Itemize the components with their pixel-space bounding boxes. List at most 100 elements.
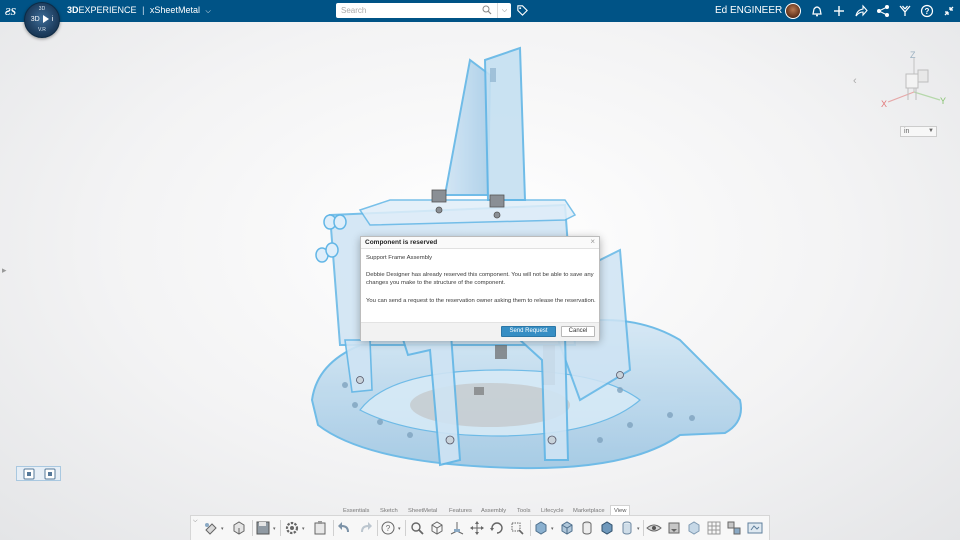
zoom-icon[interactable] — [409, 520, 425, 536]
axis-icon[interactable] — [449, 520, 465, 536]
view-mode-2-icon[interactable] — [40, 468, 60, 480]
chevron-down-icon: ▼ — [928, 128, 934, 134]
chevron-down-icon[interactable]: ▾ — [273, 526, 276, 532]
compass-bottom-label: V.R — [38, 27, 46, 33]
help-icon[interactable]: ? — [920, 4, 934, 18]
tab-view[interactable]: View — [610, 505, 631, 515]
separator — [643, 520, 644, 536]
svg-text:?: ? — [386, 524, 391, 533]
ds-logo-icon[interactable]: ƧS — [4, 3, 20, 19]
shaded-edges-icon[interactable] — [599, 520, 615, 536]
transparent-icon[interactable] — [619, 520, 635, 536]
cube-view-icon[interactable] — [231, 520, 247, 536]
brand-rest: EXPERIENCE — [78, 5, 137, 15]
separator — [377, 520, 378, 536]
visibility-icon[interactable] — [666, 520, 682, 536]
tab-sheetmetal[interactable]: SheetMetal — [404, 505, 441, 515]
chevron-down-icon[interactable]: ⌵ — [205, 8, 210, 16]
search-input[interactable] — [336, 3, 476, 18]
view-toggle-group — [16, 466, 61, 481]
tab-assembly[interactable]: Assembly — [477, 505, 510, 515]
box-icon[interactable] — [559, 520, 575, 536]
chevron-left-icon[interactable]: ‹ — [853, 75, 857, 87]
separator — [333, 520, 334, 536]
share-icon[interactable] — [854, 4, 868, 18]
dialog-title: Component is reserved — [365, 239, 438, 246]
view-mode-1-icon[interactable] — [19, 468, 39, 480]
settings-icon[interactable] — [284, 520, 300, 536]
pan-icon[interactable] — [469, 520, 485, 536]
dialog-message: Debbie Designer has already reserved thi… — [366, 272, 594, 286]
box-light-icon[interactable] — [686, 520, 702, 536]
brand-separator: | — [142, 5, 145, 15]
tag-icon[interactable] — [516, 4, 529, 17]
send-request-button[interactable]: Send Request — [501, 326, 556, 337]
redo-icon[interactable] — [357, 520, 373, 536]
tab-features[interactable]: Features — [445, 505, 476, 515]
triad-z-label: Z — [910, 50, 916, 60]
avatar[interactable] — [785, 3, 801, 19]
svg-text:ƧS: ƧS — [5, 7, 17, 18]
unit-value: in — [904, 128, 910, 135]
rotate-icon[interactable] — [489, 520, 505, 536]
layout-icon[interactable] — [726, 520, 742, 536]
unit-select[interactable]: in ▼ — [900, 126, 937, 137]
shaded-icon[interactable] — [533, 520, 549, 536]
dialog-header: Component is reserved × — [361, 237, 599, 249]
wireframe-icon[interactable] — [429, 520, 445, 536]
brand[interactable]: 3DEXPERIENCE | xSheetMetal ⌵ — [67, 5, 211, 16]
add-icon[interactable] — [832, 4, 846, 18]
chevron-down-icon[interactable]: ▾ — [637, 526, 640, 532]
chevron-down-icon[interactable]: ▾ — [398, 526, 401, 532]
top-bar: ƧS 3DEXPERIENCE | xSheetMetal ⌵ ⌵ Ed ENG… — [0, 0, 960, 22]
reservation-dialog: Component is reserved × Support Frame As… — [360, 236, 600, 341]
chevron-down-icon[interactable]: ⌵ — [193, 518, 198, 525]
close-icon[interactable]: × — [590, 237, 595, 246]
chevron-down-icon[interactable]: ▾ — [302, 526, 305, 532]
svg-text:?: ? — [925, 7, 930, 16]
save-icon[interactable] — [255, 520, 271, 536]
separator — [252, 520, 253, 536]
compass-top-label: 3D — [38, 6, 46, 12]
app-name: xSheetMetal — [149, 5, 200, 15]
side-panel-arrow[interactable]: ▸ — [2, 265, 7, 276]
grid-icon[interactable] — [706, 520, 722, 536]
clipboard-icon[interactable] — [312, 520, 328, 536]
action-bar: ⌵ ▾ ▾ ▾ ? ▾ ▾ ▾ — [190, 515, 770, 540]
paint-icon[interactable] — [203, 520, 219, 536]
tab-essentials[interactable]: Essentials — [339, 505, 373, 515]
compass-right-label: i — [51, 15, 54, 23]
compass-left-label: 3D — [30, 15, 40, 23]
separator — [530, 520, 531, 536]
cancel-button[interactable]: Cancel — [561, 326, 595, 337]
collapse-icon[interactable] — [942, 4, 956, 18]
undo-icon[interactable] — [337, 520, 353, 536]
search-box: ⌵ — [336, 3, 511, 18]
triad-x-label: X — [881, 99, 887, 109]
zoom-box-icon[interactable] — [509, 520, 525, 536]
screen-icon[interactable] — [747, 520, 763, 536]
component-name: Support Frame Assembly — [366, 255, 433, 261]
cylinder-icon[interactable] — [579, 520, 595, 536]
help-icon[interactable]: ? — [380, 520, 396, 536]
separator — [280, 520, 281, 536]
tools-icon[interactable] — [898, 4, 912, 18]
orientation-triad[interactable]: Z X Y — [876, 48, 952, 110]
tab-lifecycle[interactable]: Lifecycle — [537, 505, 568, 515]
tab-marketplace[interactable]: Marketplace — [569, 505, 609, 515]
search-dropdown[interactable]: ⌵ — [497, 3, 511, 18]
compass-icon[interactable]: 3D 3D i V.R — [24, 2, 60, 38]
tab-sketch[interactable]: Sketch — [376, 505, 402, 515]
search-icon[interactable] — [482, 5, 492, 15]
chevron-down-icon: ⌵ — [501, 7, 508, 14]
user-name[interactable]: Ed ENGINEER — [715, 5, 782, 16]
chevron-down-icon[interactable]: ▾ — [221, 526, 224, 532]
chevron-down-icon[interactable]: ▾ — [551, 526, 554, 532]
brand-bold: 3D — [67, 5, 79, 15]
tab-tools[interactable]: Tools — [513, 505, 535, 515]
dialog-hint: You can send a request to the reservatio… — [366, 298, 596, 304]
separator — [405, 520, 406, 536]
eye-icon[interactable] — [646, 520, 662, 536]
notifications-icon[interactable] — [810, 4, 824, 18]
network-icon[interactable] — [876, 4, 890, 18]
